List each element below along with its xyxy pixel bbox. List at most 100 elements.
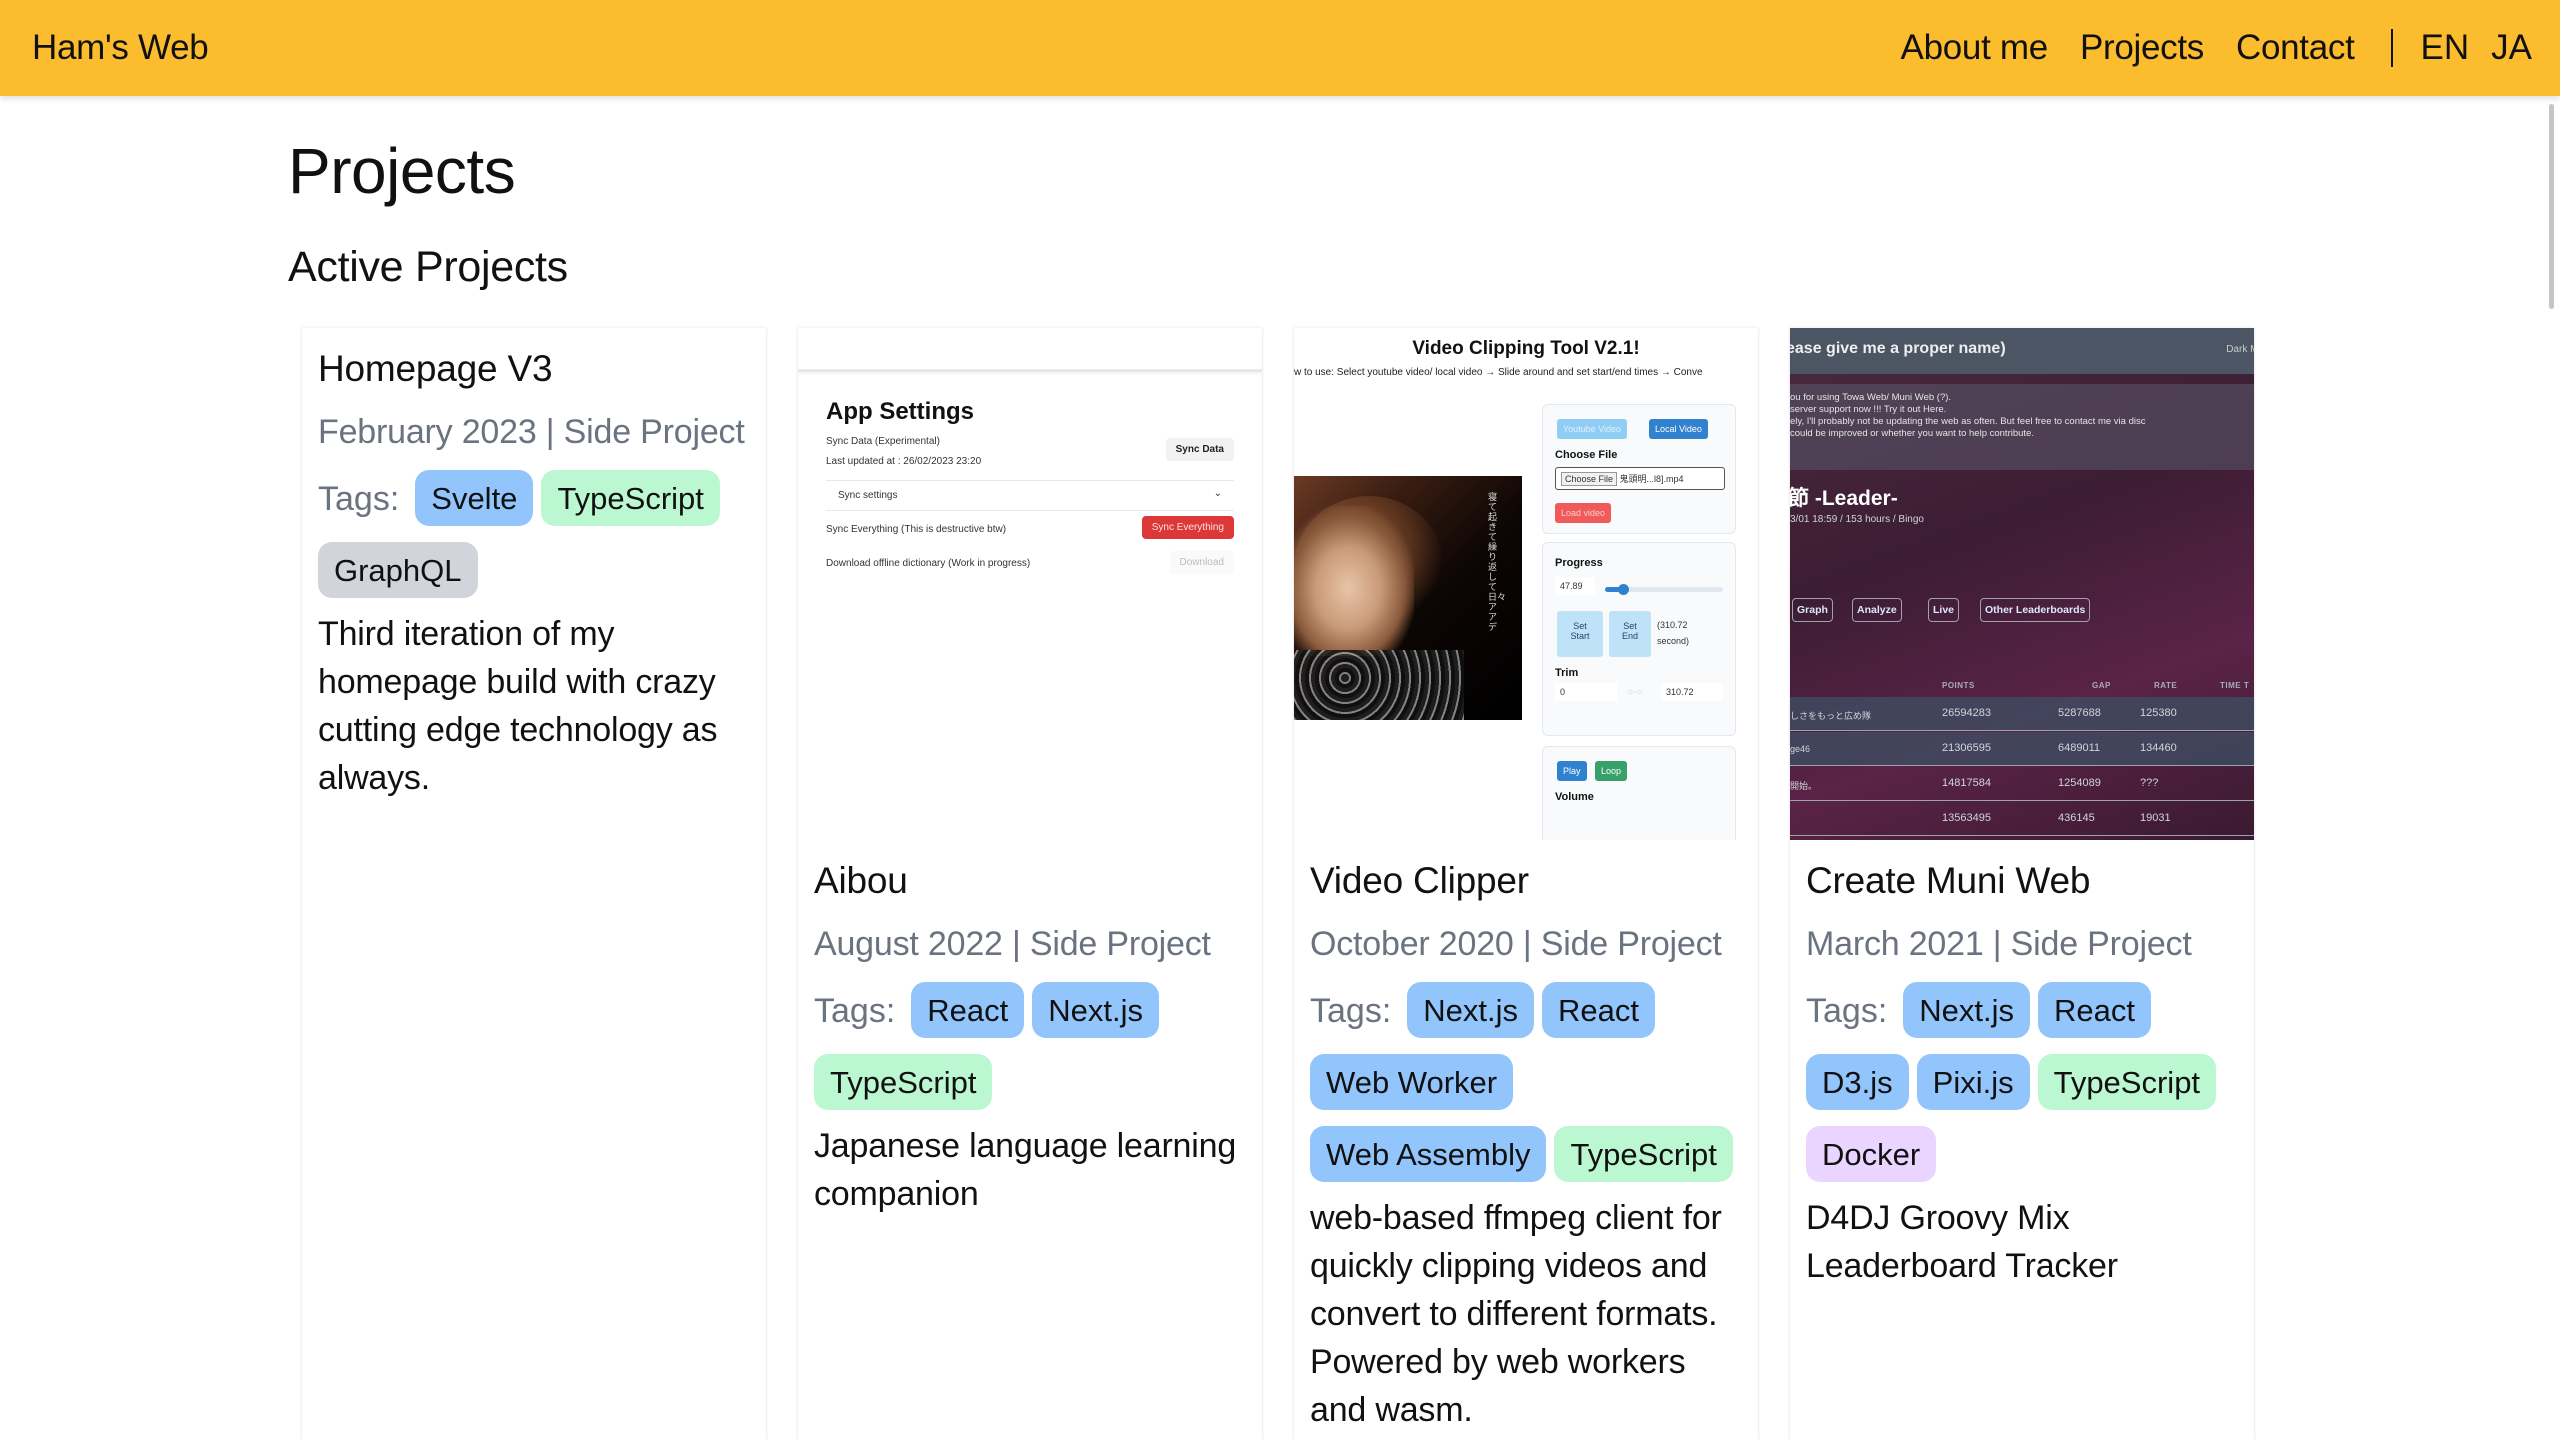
screenshot-live-button: Live [1928, 598, 1960, 622]
tags-label: Tags: [814, 992, 896, 1031]
tag-docker[interactable]: Docker [1806, 1126, 1937, 1183]
screenshot-graph-button: Graph [1792, 598, 1833, 622]
tag-typescript[interactable]: TypeScript [2037, 1054, 2217, 1111]
leaderboard-cell-name: 開始。 [1790, 781, 1818, 791]
leaderboard-row: しさをもっと広め隊 26594283 5287688 125380 [1790, 697, 2254, 731]
screenshot-label: Volume [1555, 791, 1594, 803]
project-title[interactable]: Aibou [814, 858, 1246, 904]
project-meta: March 2021 | Side Project [1806, 925, 2192, 964]
section-title: Active Projects [288, 243, 568, 291]
screenshot-file-name: 鬼頭明...l8].mp4 [1619, 474, 1684, 484]
tag-typescript[interactable]: TypeScript [541, 470, 720, 527]
screenshot-loop-button: Loop [1595, 761, 1628, 781]
video-lyrics: 寝て起きて 繰り返して 日々アアデ [1488, 492, 1507, 632]
screenshot-set-end-button: Set End [1609, 611, 1651, 657]
tag-react[interactable]: React [2038, 982, 2151, 1039]
nav-divider [2390, 29, 2393, 67]
screenshot-sync-button: Sync Data [1165, 438, 1234, 461]
screenshot-choose-file-button: Choose File [1561, 472, 1618, 486]
project-description: Third iteration of my homepage build wit… [318, 615, 718, 798]
nav-contact[interactable]: Contact [2236, 28, 2355, 68]
leaderboard-cell-gap: 6489011 [2058, 742, 2101, 754]
project-description: Japanese language learning companion [814, 1127, 1237, 1214]
lang-en[interactable]: EN [2421, 28, 2470, 68]
tag-next-js[interactable]: Next.js [1903, 982, 2031, 1039]
screenshot-load-button: Load video [1555, 503, 1612, 523]
screenshot-progress-value: 47.89 [1555, 577, 1595, 595]
column-header: TIME T [2220, 681, 2250, 690]
tag-next-js[interactable]: Next.js [1032, 982, 1159, 1039]
nav-about-me[interactable]: About me [1901, 28, 2049, 68]
project-meta: October 2020 | Side Project [1310, 925, 1722, 964]
tag-react[interactable]: React [911, 982, 1025, 1039]
leaderboard-row: 13563495 436145 19031 [1790, 802, 2254, 836]
project-card[interactable]: ease give me a proper name) Dark Mo ou f… [1790, 328, 2254, 1440]
screenshot-text: Sync Everything (This is destructive btw… [826, 524, 1007, 535]
screenshot-dark-mode: Dark Mo [2226, 344, 2254, 355]
nav-projects[interactable]: Projects [2080, 28, 2204, 68]
tag-next-js[interactable]: Next.js [1407, 982, 1535, 1039]
page-scrollbar[interactable] [2544, 96, 2560, 1440]
screenshot-text: Sync settings [838, 490, 898, 501]
screenshot-label: Progress [1555, 557, 1603, 569]
screenshot-analyze-button: Analyze [1852, 598, 1902, 622]
card-body: Homepage V3 February 2023 | Side Project… [302, 328, 766, 802]
project-title[interactable]: Create Muni Web [1806, 858, 2238, 904]
video-frame-face [1294, 506, 1414, 656]
tag-pixi-js[interactable]: Pixi.js [1916, 1054, 2030, 1111]
card-body: Aibou August 2022 | Side Project Tags: R… [798, 840, 1262, 1218]
screenshot-label: Trim [1555, 667, 1579, 679]
scrollbar-thumb[interactable] [2549, 104, 2554, 309]
project-title[interactable]: Video Clipper [1310, 858, 1742, 904]
screenshot-divider [826, 510, 1234, 511]
tags-label: Tags: [1806, 992, 1888, 1031]
leaderboard-cell-rate: ??? [2140, 777, 2159, 789]
notice-line: ely, I'll probably not be updating the w… [1790, 416, 2146, 427]
screenshot-trim-start: 0 [1555, 683, 1617, 701]
screenshot-progress-track [1605, 584, 1723, 595]
project-title[interactable]: Homepage V3 [318, 346, 750, 392]
leaderboard-cell-points: 26594283 [1942, 707, 1991, 719]
project-card[interactable]: Video Clipping Tool V2.1! w to use: Sele… [1294, 328, 1758, 1440]
tag-web-assembly[interactable]: Web Assembly [1310, 1126, 1547, 1183]
tags-label: Tags: [318, 480, 400, 519]
project-card[interactable]: App Settings Sync Data (Experimental) La… [798, 328, 1262, 1440]
card-body: Create Muni Web March 2021 | Side Projec… [1790, 840, 2254, 1290]
tag-react[interactable]: React [1542, 982, 1655, 1039]
leaderboard-cell-gap: 5287688 [2058, 707, 2101, 719]
link-icon: ○-○ [1627, 687, 1643, 698]
chevron-down-icon: ⌄ [1213, 488, 1222, 499]
screenshot-download-button: Download [1169, 551, 1234, 574]
page-title: Projects [288, 135, 516, 207]
brand-link[interactable]: Ham's Web [32, 28, 209, 68]
screenshot-progress-panel: Progress 47.89 Set Start Set End (310.72… [1542, 542, 1736, 736]
tag-list: Tags: React Next.js TypeScript [814, 982, 1246, 1126]
screenshot-sync-everything-button: Sync Everything [1141, 516, 1234, 539]
project-card[interactable]: Homepage V3 February 2023 | Side Project… [302, 328, 766, 1440]
project-screenshot-muni-web: ease give me a proper name) Dark Mo ou f… [1790, 328, 2254, 840]
navbar: Ham's Web About me Projects Contact EN J… [0, 0, 2560, 96]
project-meta: February 2023 | Side Project [318, 413, 745, 452]
screenshot-heading: Video Clipping Tool V2.1! [1412, 338, 1640, 359]
tag-typescript[interactable]: TypeScript [1554, 1126, 1733, 1183]
notice-line: server support now !!! Try it out Here. [1790, 404, 1947, 415]
project-screenshot-video-clipper: Video Clipping Tool V2.1! w to use: Sele… [1294, 328, 1758, 840]
lang-ja[interactable]: JA [2491, 28, 2532, 68]
nav-menu: About me Projects Contact EN JA [1901, 28, 2532, 68]
tag-graphql[interactable]: GraphQL [318, 542, 478, 599]
screenshot-leaderboards-button: Other Leaderboards [1980, 598, 2091, 622]
project-meta: August 2022 | Side Project [814, 925, 1211, 964]
column-header: RATE [2154, 681, 2178, 690]
project-cards: Homepage V3 February 2023 | Side Project… [302, 328, 2254, 1440]
screenshot-text: Download offline dictionary (Work in pro… [826, 558, 1031, 569]
leaderboard-cell-points: 21306595 [1942, 742, 1991, 754]
screenshot-subheading: w to use: Select youtube video/ local vi… [1294, 367, 1703, 378]
video-preview: 寝て起きて 繰り返して 日々アアデ [1294, 476, 1522, 720]
tag-web-worker[interactable]: Web Worker [1310, 1054, 1514, 1111]
tag-typescript[interactable]: TypeScript [814, 1054, 993, 1111]
leaderboard-cell-name: しさをもっと広め隊 [1790, 711, 1872, 721]
tag-svelte[interactable]: Svelte [415, 470, 534, 527]
tag-d3-js[interactable]: D3.js [1806, 1054, 1909, 1111]
screenshot-progress-knob [1618, 584, 1630, 595]
screenshot-text: Sync Data (Experimental) [826, 436, 940, 447]
